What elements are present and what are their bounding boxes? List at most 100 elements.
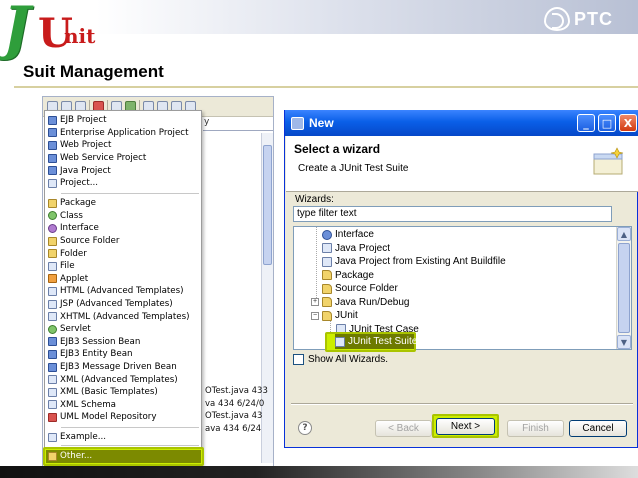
tree-guide: [316, 227, 317, 299]
menu-item-uml[interactable]: UML Model Repository: [48, 411, 157, 424]
scroll-up-arrow-icon[interactable]: ▲: [617, 227, 631, 241]
menu-item-session-bean[interactable]: EJB3 Session Bean: [48, 336, 140, 349]
menu-item-enterprise-app[interactable]: Enterprise Application Project: [48, 127, 188, 140]
expand-toggle-icon[interactable]: +: [311, 298, 319, 306]
show-all-label: Show All Wizards.: [308, 354, 389, 365]
menu-item-file[interactable]: File: [48, 260, 75, 273]
menu-item-xml-schema[interactable]: XML Schema: [48, 399, 116, 412]
tree-scroll-thumb[interactable]: [618, 243, 630, 333]
explorer-tab-label: y: [204, 117, 210, 127]
menu-item-applet[interactable]: Applet: [48, 273, 88, 286]
java-project-icon: [322, 243, 332, 253]
slide-header: J U nit PTC: [0, 0, 638, 58]
back-button[interactable]: < Back: [375, 420, 432, 437]
menu-item-label: EJB3 Message Driven Bean: [60, 362, 177, 373]
explorer-tab[interactable]: y: [203, 117, 273, 131]
menu-item-jsp[interactable]: JSP (Advanced Templates): [48, 298, 173, 311]
explorer-scrollbar[interactable]: [261, 133, 273, 463]
menu-item-xhtml[interactable]: XHTML (Advanced Templates): [48, 310, 190, 323]
next-button[interactable]: Next >: [436, 418, 495, 435]
ejb-project-icon: [48, 115, 57, 125]
package-icon: [48, 198, 57, 208]
menu-item-entity-bean[interactable]: EJB3 Entity Bean: [48, 348, 133, 361]
logo-nit: nit: [64, 24, 96, 48]
junit-suite-icon: [335, 336, 345, 347]
menu-item-label: Web Project: [60, 140, 112, 151]
tree-item-junit-test-suite[interactable]: JUnit Test Suite: [335, 335, 417, 348]
menu-item-label: Servlet: [60, 324, 91, 335]
maximize-button[interactable]: □: [598, 114, 616, 132]
tree-item-interface[interactable]: Interface: [322, 228, 374, 241]
dialog-titlebar[interactable]: New _ □ X: [285, 110, 638, 136]
folder-icon: [48, 249, 57, 259]
wizard-filter-input[interactable]: type filter text: [293, 206, 612, 222]
file-line: OTest.java 43: [205, 411, 263, 421]
folder-icon: [322, 297, 332, 307]
close-button[interactable]: X: [619, 114, 637, 132]
interface-icon: [322, 229, 332, 240]
menu-item-java-project[interactable]: Java Project: [48, 164, 111, 177]
tree-item-source-folder[interactable]: Source Folder: [322, 282, 398, 295]
ptc-logo: PTC: [544, 6, 613, 32]
menu-item-label: Web Service Project: [60, 153, 147, 164]
tree-item-java-run-debug[interactable]: + Java Run/Debug: [311, 296, 410, 309]
tree-item-junit[interactable]: − JUnit: [311, 309, 358, 322]
tree-item-label: Java Project from Existing Ant Buildfile: [335, 256, 506, 267]
project-icon: [48, 178, 57, 188]
tree-item-label: Java Run/Debug: [335, 296, 410, 308]
source-folder-icon: [48, 236, 57, 246]
slide-title: Suit Management: [23, 62, 164, 81]
scroll-down-arrow-icon[interactable]: ▼: [617, 335, 631, 349]
menu-item-html[interactable]: HTML (Advanced Templates): [48, 285, 184, 298]
menu-item-servlet[interactable]: Servlet: [48, 323, 91, 336]
menu-item-label: Java Project: [60, 165, 111, 176]
menu-item-label: Enterprise Application Project: [60, 127, 189, 138]
menu-item-class[interactable]: Class: [48, 210, 83, 223]
menu-item-web-project[interactable]: Web Project: [48, 139, 111, 152]
file-line: OTest.java 433: [205, 386, 268, 396]
package-explorer-panel: y OTest.java 433 va 434 6/24/0 OTest.jav…: [203, 117, 273, 467]
menu-item-package[interactable]: Package: [48, 197, 96, 210]
wizard-banner: Select a wizard Create a JUnit Test Suit…: [286, 136, 638, 192]
example-icon: [48, 432, 57, 442]
show-all-wizards-checkbox[interactable]: Show All Wizards.: [293, 354, 388, 365]
menu-item-other[interactable]: Other...: [48, 450, 92, 463]
finish-button[interactable]: Finish: [507, 420, 564, 437]
wizard-banner-icon: [593, 147, 624, 175]
collapse-toggle-icon[interactable]: −: [311, 311, 319, 320]
menu-item-example[interactable]: Example...: [48, 431, 106, 444]
folder-open-icon: [322, 310, 332, 321]
help-icon[interactable]: ?: [298, 421, 312, 435]
tree-item-label: Package: [335, 269, 374, 281]
menu-item-source-folder[interactable]: Source Folder: [48, 235, 119, 248]
menu-item-xml-basic[interactable]: XML (Basic Templates): [48, 386, 158, 399]
menu-item-label: Applet: [60, 273, 89, 284]
menu-item-label: Source Folder: [60, 236, 120, 247]
menu-item-folder[interactable]: Folder: [48, 247, 87, 260]
web-project-icon: [48, 140, 57, 150]
tree-item-package[interactable]: Package: [322, 269, 374, 282]
menu-item-label: EJB Project: [60, 115, 107, 126]
servlet-icon: [48, 324, 57, 334]
tree-item-ant-project[interactable]: Java Project from Existing Ant Buildfile: [322, 255, 506, 268]
menu-item-project[interactable]: Project...: [48, 177, 98, 190]
minimize-button[interactable]: _: [577, 114, 595, 132]
menu-item-ejb-project[interactable]: EJB Project: [48, 114, 107, 127]
other-icon: [48, 451, 57, 461]
new-wizard-dialog: New _ □ X Select a wizard Create a JUnit…: [284, 110, 638, 448]
menu-item-web-service[interactable]: Web Service Project: [48, 152, 146, 165]
menu-item-xml-advanced[interactable]: XML (Advanced Templates): [48, 373, 178, 386]
cancel-button[interactable]: Cancel: [569, 420, 627, 437]
checkbox-box[interactable]: [293, 354, 304, 365]
wizards-label: Wizards:: [295, 194, 334, 205]
menu-item-label: Interface: [60, 223, 99, 234]
tree-scrollbar[interactable]: ▲ ▼: [616, 227, 631, 349]
tree-item-label: Interface: [335, 229, 374, 240]
explorer-scroll-thumb[interactable]: [263, 145, 272, 265]
tree-item-java-project[interactable]: Java Project: [322, 242, 390, 255]
menu-item-mdb[interactable]: EJB3 Message Driven Bean: [48, 361, 177, 374]
menu-item-label: XHTML (Advanced Templates): [60, 311, 190, 322]
menu-item-interface[interactable]: Interface: [48, 222, 99, 235]
menu-item-label: Package: [60, 198, 97, 209]
slide: J U nit PTC Suit Management y OTest.java…: [0, 0, 638, 478]
